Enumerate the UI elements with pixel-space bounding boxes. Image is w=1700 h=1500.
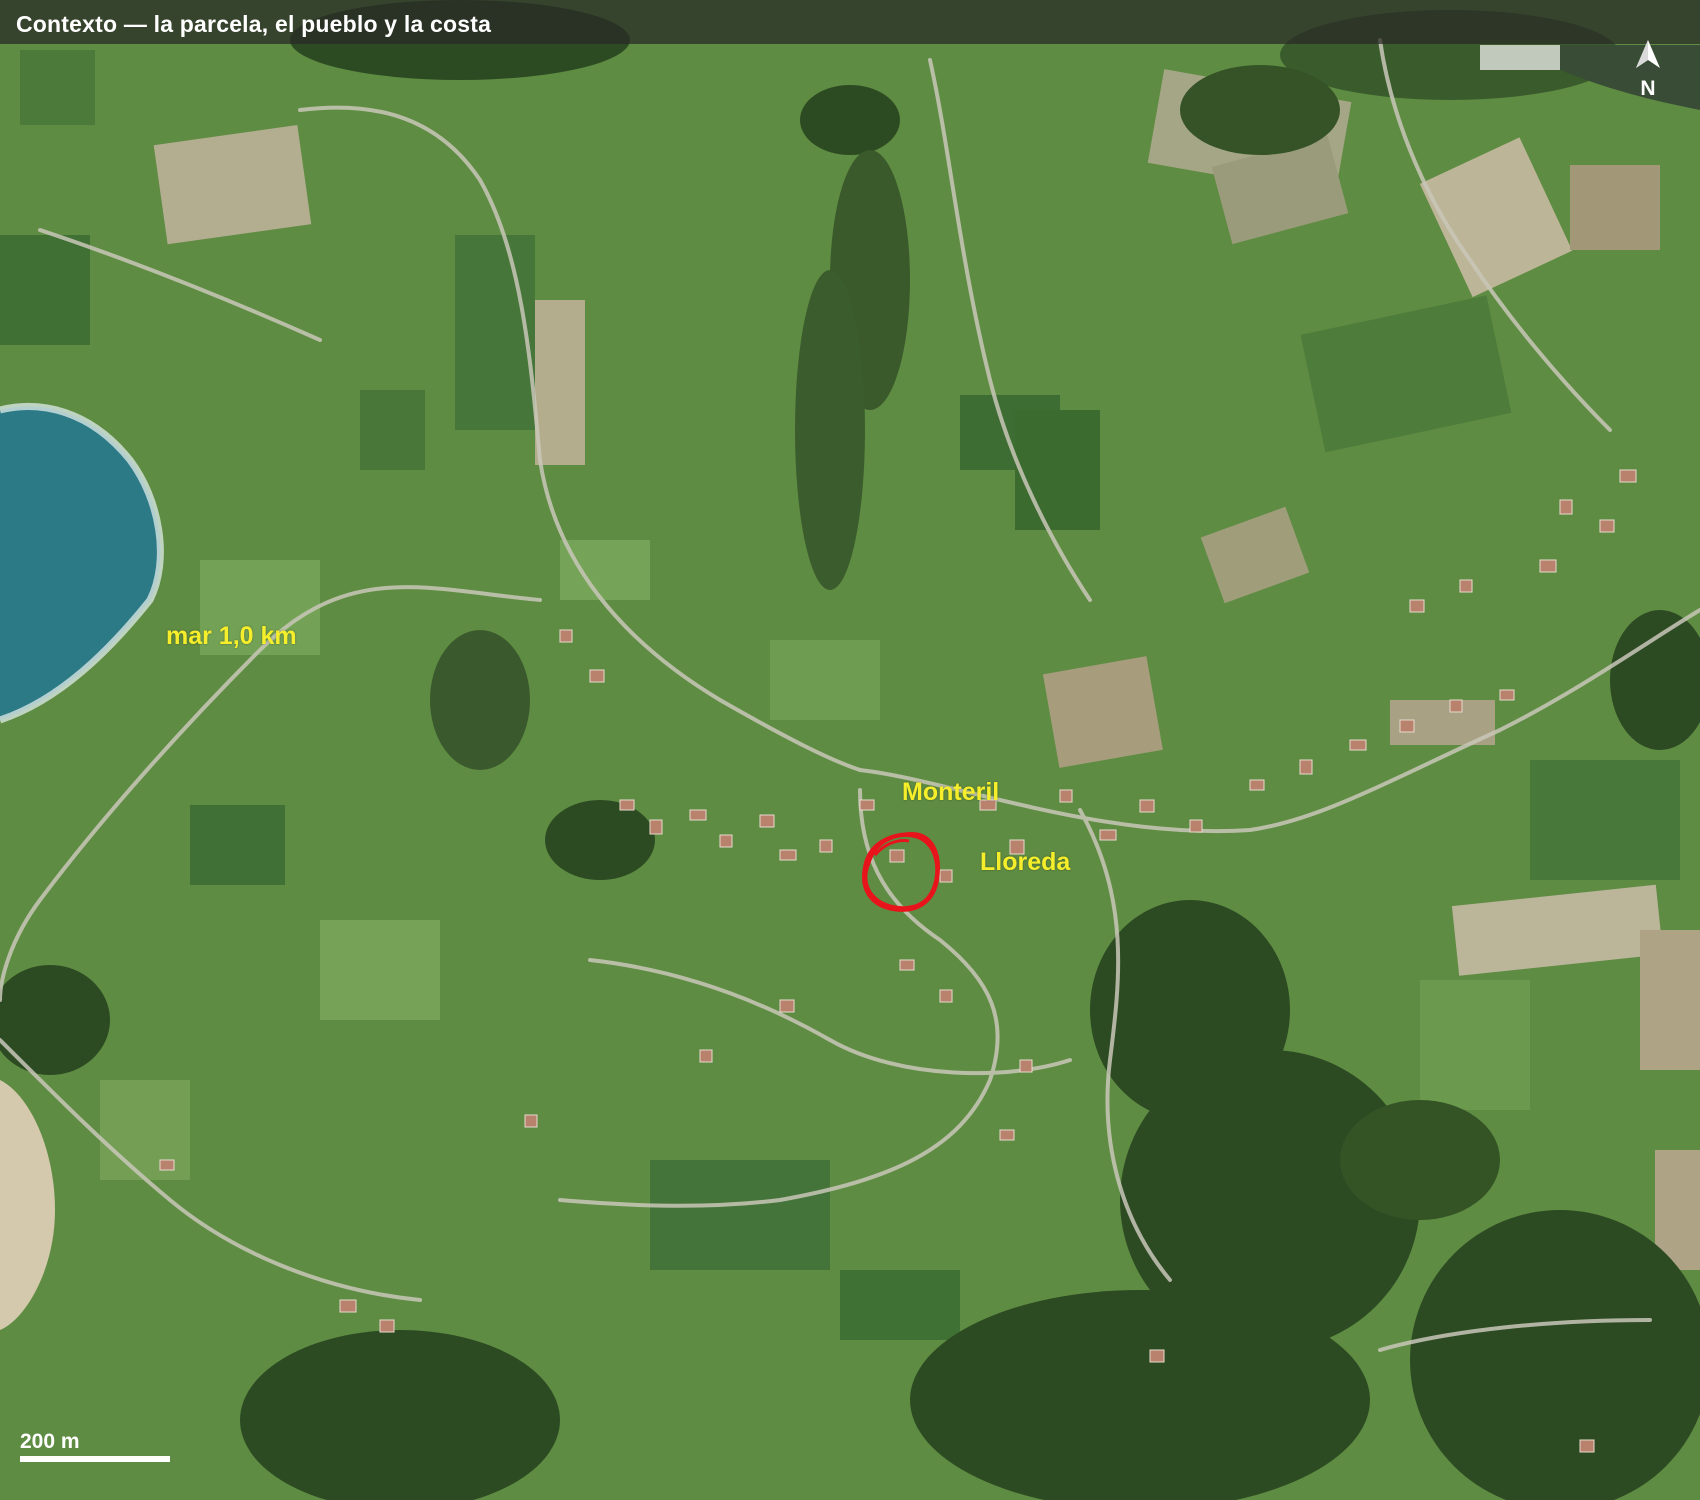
north-indicator: N [1626,38,1670,108]
sea-distance-label: mar 1,0 km [166,622,297,650]
title-bar: Contexto — la parcela, el pueblo y la co… [0,0,1700,44]
aerial-map: Contexto — la parcela, el pueblo y la co… [0,0,1700,1500]
scale-label: 200 m [20,1430,80,1453]
north-arrow-icon [1636,40,1660,68]
north-label: N [1640,77,1656,100]
scale-bar-line [20,1456,170,1462]
map-title: Contexto — la parcela, el pueblo y la co… [16,11,492,37]
place-label-monteril: Monteril [902,778,1000,806]
parcel-outline [862,831,940,912]
aerial-imagery [0,0,1700,1500]
place-label-lloreda: Lloreda [980,848,1071,876]
scale-bar: 200 m [20,1430,170,1462]
